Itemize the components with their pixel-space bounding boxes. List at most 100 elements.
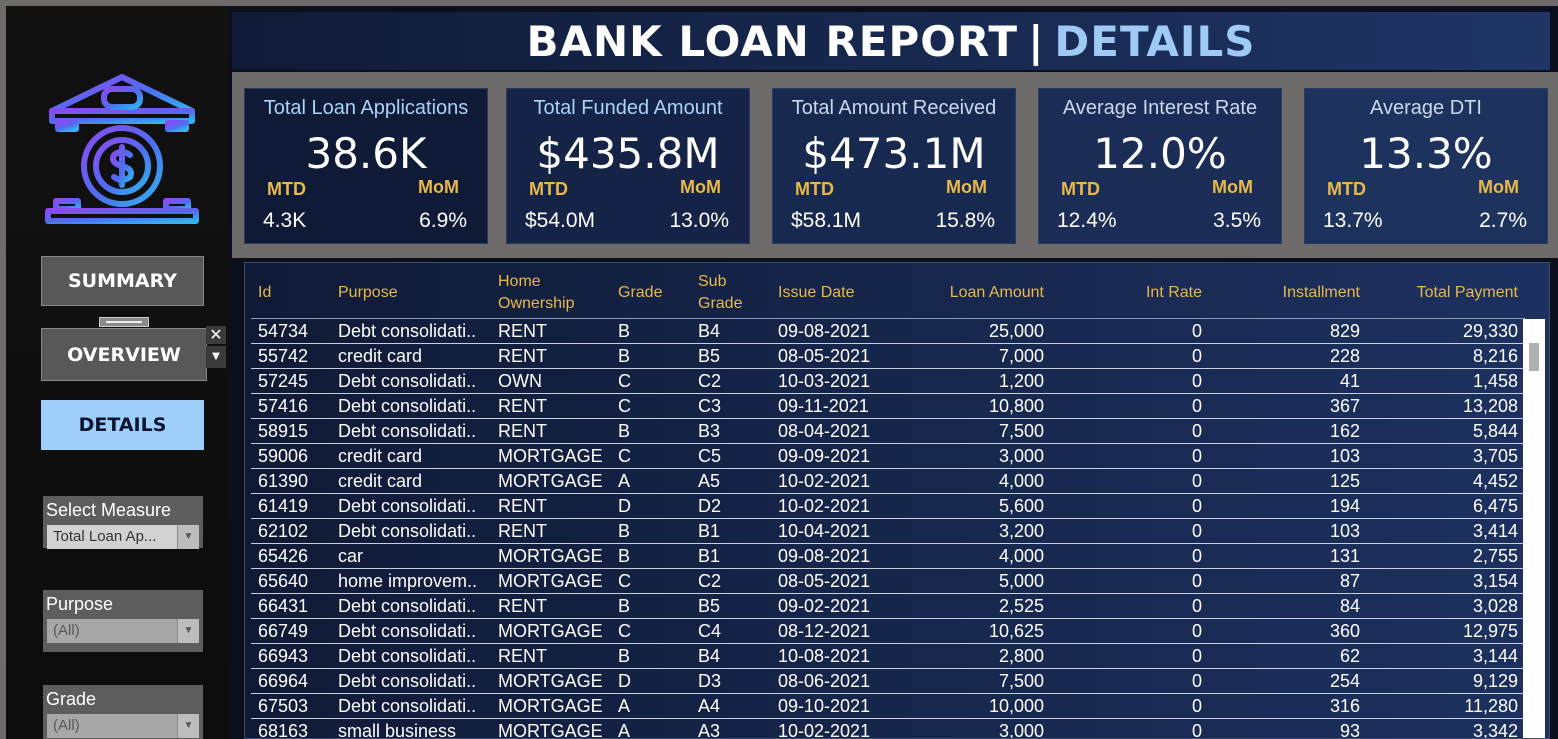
cell-loan-amount: 10,625 [988,621,1044,641]
cell-sub-grade: C3 [698,396,722,416]
table-row[interactable]: 58915 Debt consolidati.. RENT B B3 08-04-2021… [251,419,1525,444]
cell-home-ownership: RENT [498,521,547,541]
kpi-value: 12.0% [1093,129,1227,178]
cell-int-rate: 0 [1191,496,1202,516]
cell-purpose: home improvem.. [338,571,478,591]
cell-purpose: Debt consolidati.. [338,671,477,691]
details-button[interactable]: DETAILS [41,400,204,450]
cell-issue-date: 09-08-2021 [778,546,871,566]
table-header: Id Purpose Home Ownership Grade Sub Grade … [251,267,1525,319]
chevron-down-icon[interactable]: ▼ [177,525,199,549]
table-row[interactable]: 57245 Debt consolidati.. OWN C C2 10-03-2021 1… [251,369,1525,394]
table-row[interactable]: 55742 credit card RENT B B5 08-05-2021 7,000 0 2… [251,344,1525,369]
purpose-filter: Purpose (All) ▼ [43,590,203,652]
header-home-ownership[interactable]: Home Ownership [498,267,618,319]
bank-icon [45,74,199,224]
cell-grade: B [618,321,631,341]
cell-id: 68163 [258,721,309,739]
cell-installment: 103 [1329,521,1360,541]
table-row[interactable]: 67503 Debt consolidati.. MORTGAGE A A4 09-10-… [251,694,1525,719]
cell-purpose: Debt consolidati.. [338,396,477,416]
kpi-mom-label: MoM [1478,177,1519,197]
vertical-scrollbar[interactable] [1523,319,1545,738]
table-row[interactable]: 66749 Debt consolidati.. MORTGAGE C C4 08-12-… [251,619,1525,644]
cell-purpose: Debt consolidati.. [338,621,477,641]
header-sub-line1: Sub [698,273,727,291]
header-int-rate[interactable]: Int Rate [1044,267,1202,319]
cell-issue-date: 08-05-2021 [778,346,871,366]
cell-int-rate: 0 [1191,571,1202,591]
cell-installment: 360 [1329,621,1360,641]
cell-int-rate: 0 [1191,696,1202,716]
header-loan-amount[interactable]: Loan Amount [918,267,1044,319]
table-row[interactable]: 61419 Debt consolidati.. RENT D D2 10-02-2021… [251,494,1525,519]
cell-grade: A [618,471,631,491]
table-body: 54734 Debt consolidati.. RENT B B4 09-08-2021… [251,319,1525,739]
chevron-down-icon[interactable]: ▼ [177,619,199,643]
cell-int-rate: 0 [1191,671,1202,691]
cell-int-rate: 0 [1191,346,1202,366]
kpi-mtd-value: $58.1M [791,209,862,232]
table-row[interactable]: 68163 small business MORTGAGE A A3 10-02-2021… [251,719,1525,739]
cell-sub-grade: A5 [698,471,721,491]
cell-installment: 316 [1329,696,1360,716]
table-row[interactable]: 54734 Debt consolidati.. RENT B B4 09-08-2021… [251,319,1525,344]
header-id[interactable]: Id [258,267,338,319]
overview-button[interactable]: OVERVIEW [41,328,207,381]
table-row[interactable]: 66964 Debt consolidati.. MORTGAGE D D3 08-06-… [251,669,1525,694]
cell-installment: 829 [1329,321,1360,341]
cell-purpose: Debt consolidati.. [338,421,477,441]
cell-grade: C [618,571,631,591]
drag-handle[interactable] [99,317,149,327]
kpi-mtd-label: MTD [795,179,834,199]
scrollbar-thumb[interactable] [1529,343,1539,371]
cell-purpose: small business [338,721,457,739]
close-icon[interactable]: ✕ [206,326,226,344]
cell-total-payment: 3,342 [1472,721,1518,739]
dropdown-icon[interactable]: ▼ [206,346,226,368]
kpi-mtd-value: 12.4% [1057,209,1117,232]
header-purpose[interactable]: Purpose [338,267,498,319]
kpi-title: Total Amount Received [791,97,997,119]
header-installment[interactable]: Installment [1202,267,1360,319]
summary-button[interactable]: SUMMARY [41,256,204,306]
kpi-card-average-interest-rate: Average Interest Rate 12.0% MTD MoM 12.4… [1038,88,1282,244]
cell-loan-amount: 7,500 [998,421,1044,441]
cell-loan-amount: 10,000 [988,696,1044,716]
header-total-payment[interactable]: Total Payment [1360,267,1518,319]
table-row[interactable]: 65426 car MORTGAGE B B1 09-08-2021 4,000 0 131 2,… [251,544,1525,569]
header-sub-grade[interactable]: Sub Grade [698,267,778,319]
cell-installment: 41 [1339,371,1360,391]
table-row[interactable]: 57416 Debt consolidati.. RENT C C3 09-11-2021… [251,394,1525,419]
cell-id: 55742 [258,346,309,366]
cell-issue-date: 10-02-2021 [778,721,871,739]
details-table: Id Purpose Home Ownership Grade Sub Grade … [244,262,1550,739]
title-highlight: DETAILS [1054,16,1256,66]
header-issue-date[interactable]: Issue Date [778,267,918,319]
cell-grade: C [618,371,631,391]
table-row[interactable]: 62102 Debt consolidati.. RENT B B1 10-04-2021… [251,519,1525,544]
cell-sub-grade: C5 [698,446,722,466]
sidebar: SUMMARY OVERVIEW ✕ ▼ DETAILS Select Meas… [6,6,228,739]
header-grade[interactable]: Grade [618,267,698,319]
table-row[interactable]: 66943 Debt consolidati.. RENT B B4 10-08-2021… [251,644,1525,669]
cell-issue-date: 10-03-2021 [778,371,871,391]
table-row[interactable]: 61390 credit card MORTGAGE A A5 10-02-2021 4,0… [251,469,1525,494]
table-row[interactable]: 66431 Debt consolidati.. RENT B B5 09-02-2021… [251,594,1525,619]
select-measure-dropdown[interactable]: Total Loan Ap... ▼ [47,525,199,549]
table-row[interactable]: 59006 credit card MORTGAGE C C5 09-09-2021 3,0… [251,444,1525,469]
cell-home-ownership: MORTGAGE [498,546,603,566]
cell-sub-grade: A3 [698,721,721,739]
cell-home-ownership: MORTGAGE [498,721,603,739]
cell-grade: D [618,496,631,516]
chevron-down-icon[interactable]: ▼ [177,714,199,738]
cell-grade: B [618,346,631,366]
cell-issue-date: 09-11-2021 [778,396,869,416]
kpi-title: Average DTI [1370,97,1482,119]
grade-dropdown[interactable]: (All) ▼ [47,714,199,738]
purpose-dropdown[interactable]: (All) ▼ [47,619,199,643]
cell-loan-amount: 5,000 [998,571,1044,591]
cell-purpose: credit card [338,346,423,366]
cell-loan-amount: 7,000 [998,346,1044,366]
table-row[interactable]: 65640 home improvem.. MORTGAGE C C2 08-05-202… [251,569,1525,594]
